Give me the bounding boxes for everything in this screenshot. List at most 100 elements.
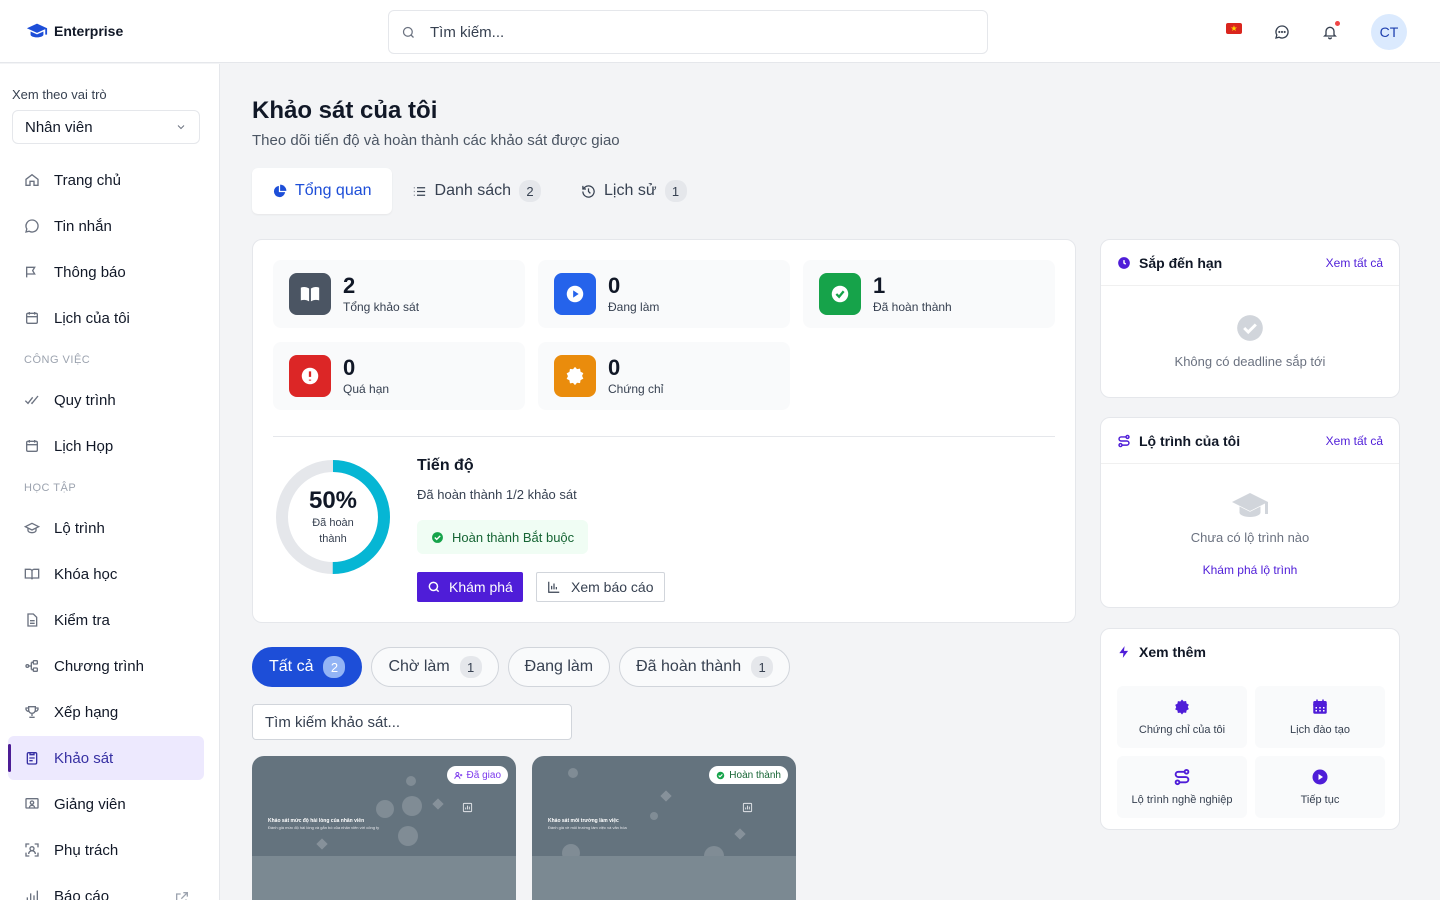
sidebar-item-in-charge[interactable]: Phụ trách [8,828,204,872]
card-badge-label: Đã giao [466,769,501,781]
sidebar-item-learning-path[interactable]: Lộ trình [8,506,204,550]
sidebar-item-courses[interactable]: Khóa học [8,552,204,596]
explore-button-label: Khám phá [449,579,513,595]
user-avatar[interactable]: CT [1371,14,1407,50]
more-card: Xem thêm Chứng chỉ của tôi Lịch đào tạo … [1100,628,1400,830]
sidebar-item-workflow[interactable]: Quy trình [8,378,204,422]
explore-paths-link[interactable]: Khám phá lộ trình [1203,563,1298,577]
pie-chart-icon [273,184,287,197]
decor-diamond [316,838,328,850]
graduation-cap-icon [24,522,40,534]
sidebar-item-messages[interactable]: Tin nhắn [8,204,204,248]
quick-link-training-calendar[interactable]: Lịch đào tạo [1255,686,1385,748]
notifications-button[interactable] [1318,20,1342,44]
card-status-badge: Đã giao [446,766,508,784]
sidebar-item-meetings[interactable]: Lịch Họp [8,424,204,468]
sidebar-item-label: Khóa học [54,565,118,583]
card-description: Đánh giá về môi trường làm việc và văn h… [548,825,627,830]
quick-link-continue[interactable]: Tiếp tục [1255,756,1385,818]
stat-label: Quá hạn [343,382,390,396]
upcoming-view-all-link[interactable]: Xem tất cả [1326,256,1383,270]
check-icon [831,285,849,303]
stat-total-surveys: 2 Tổng khảo sát [273,260,525,328]
upcoming-empty-text: Không có deadline sắp tới [1174,354,1326,369]
sidebar-item-programs[interactable]: Chương trình [8,644,204,688]
filter-in-progress[interactable]: Đang làm [507,647,611,687]
my-paths-title: Lộ trình của tôi [1139,432,1241,449]
route-icon [1174,768,1190,786]
progress-percent: 50% [308,487,358,514]
view-report-button[interactable]: Xem báo cáo [536,572,665,602]
sidebar-section-learning: HỌC TẬP [24,482,77,494]
sidebar-item-home[interactable]: Trang chủ [8,158,204,202]
sidebar-item-surveys[interactable]: Khảo sát [8,736,204,780]
messages-button[interactable] [1270,20,1294,44]
global-search[interactable] [388,10,988,54]
search-input[interactable] [430,23,970,41]
stat-icon-bg [289,273,331,315]
my-paths-empty-state: Chưa có lộ trình nào Khám phá lộ trình [1101,464,1399,577]
survey-search-input[interactable] [252,704,572,740]
filter-count-badge: 1 [459,656,482,678]
filter-label: Tất cả [269,658,314,675]
brand-logo[interactable]: Enterprise [26,20,123,42]
sidebar-item-label: Kiểm tra [54,611,110,629]
quick-link-my-certificates[interactable]: Chứng chỉ của tôi [1117,686,1247,748]
my-paths-header: Lộ trình của tôi Xem tất cả [1101,418,1399,464]
user-plus-icon [453,771,462,779]
trophy-icon [25,706,39,718]
sidebar-item-reports[interactable]: Báo cáo [8,874,204,900]
card-description: Đánh giá mức độ hài lòng và gắn bó của n… [268,825,380,830]
view-report-label: Xem báo cáo [571,579,654,595]
decor-bubble [406,776,416,786]
sidebar-item-rankings[interactable]: Xếp hạng [8,690,204,734]
filter-pending[interactable]: Chờ làm 1 [371,647,499,687]
history-icon [582,184,595,198]
search-icon [428,581,440,593]
role-select[interactable]: Nhân viên [12,110,200,144]
decor-diamond [660,790,672,802]
quick-links-grid: Chứng chỉ của tôi Lịch đào tạo Lộ trình … [1117,686,1385,818]
sidebar-item-label: Phụ trách [54,841,119,859]
tab-history[interactable]: Lịch sử 1 [561,168,707,214]
quick-link-career-path[interactable]: Lộ trình nghề nghiệp [1117,756,1247,818]
graduation-cap-icon [26,23,48,38]
card-wave [532,856,796,900]
sidebar-item-notifications[interactable]: Thông báo [8,250,204,294]
survey-card[interactable]: Đã giao Khảo sát mức độ hài lòng của nhâ… [252,756,516,900]
stat-value: 0 [608,273,621,298]
survey-card[interactable]: Hoàn thành Khảo sát môi trường làm việc … [532,756,796,900]
more-header: Xem thêm [1101,629,1399,675]
filter-all[interactable]: Tất cả 2 [252,647,363,687]
more-title: Xem thêm [1139,644,1206,660]
sidebar-item-tests[interactable]: Kiểm tra [8,598,204,642]
sidebar-item-label: Chương trình [54,657,144,675]
calendar-icon [26,440,38,452]
home-icon [25,173,39,186]
sidebar-item-instructors[interactable]: Giảng viên [8,782,204,826]
card-title: Khảo sát mức độ hài lòng của nhân viên [268,818,365,824]
language-flag-icon[interactable]: ★ [1226,23,1242,34]
sidebar: Xem theo vai trò Nhân viên Trang chủ Tin… [0,64,220,900]
filter-completed[interactable]: Đã hoàn thành 1 [619,647,791,687]
my-paths-view-all-link[interactable]: Xem tất cả [1326,434,1383,448]
chat-icon [1275,25,1289,39]
report-chart-icon [548,581,560,593]
document-icon [27,613,38,627]
tab-list[interactable]: Danh sách 2 [392,168,562,214]
stat-completed: 1 Đã hoàn thành [803,260,1055,328]
stat-label: Đã hoàn thành [873,300,952,314]
page-subtitle: Theo dõi tiến độ và hoàn thành các khảo … [252,132,620,149]
calendar-icon [26,312,38,324]
stat-icon-bg [819,273,861,315]
sidebar-item-label: Báo cáo [54,887,110,900]
tab-overview[interactable]: Tổng quan [252,168,392,214]
filter-count-badge: 1 [751,656,774,678]
decor-bubble [376,800,394,818]
filter-label: Đã hoàn thành [636,658,742,675]
sidebar-item-my-calendar[interactable]: Lịch của tôi [8,296,204,340]
upcoming-empty-state: Không có deadline sắp tới [1101,286,1399,369]
hierarchy-icon [25,660,38,672]
explore-button[interactable]: Khám phá [417,572,523,602]
play-circle-icon [1312,769,1328,785]
